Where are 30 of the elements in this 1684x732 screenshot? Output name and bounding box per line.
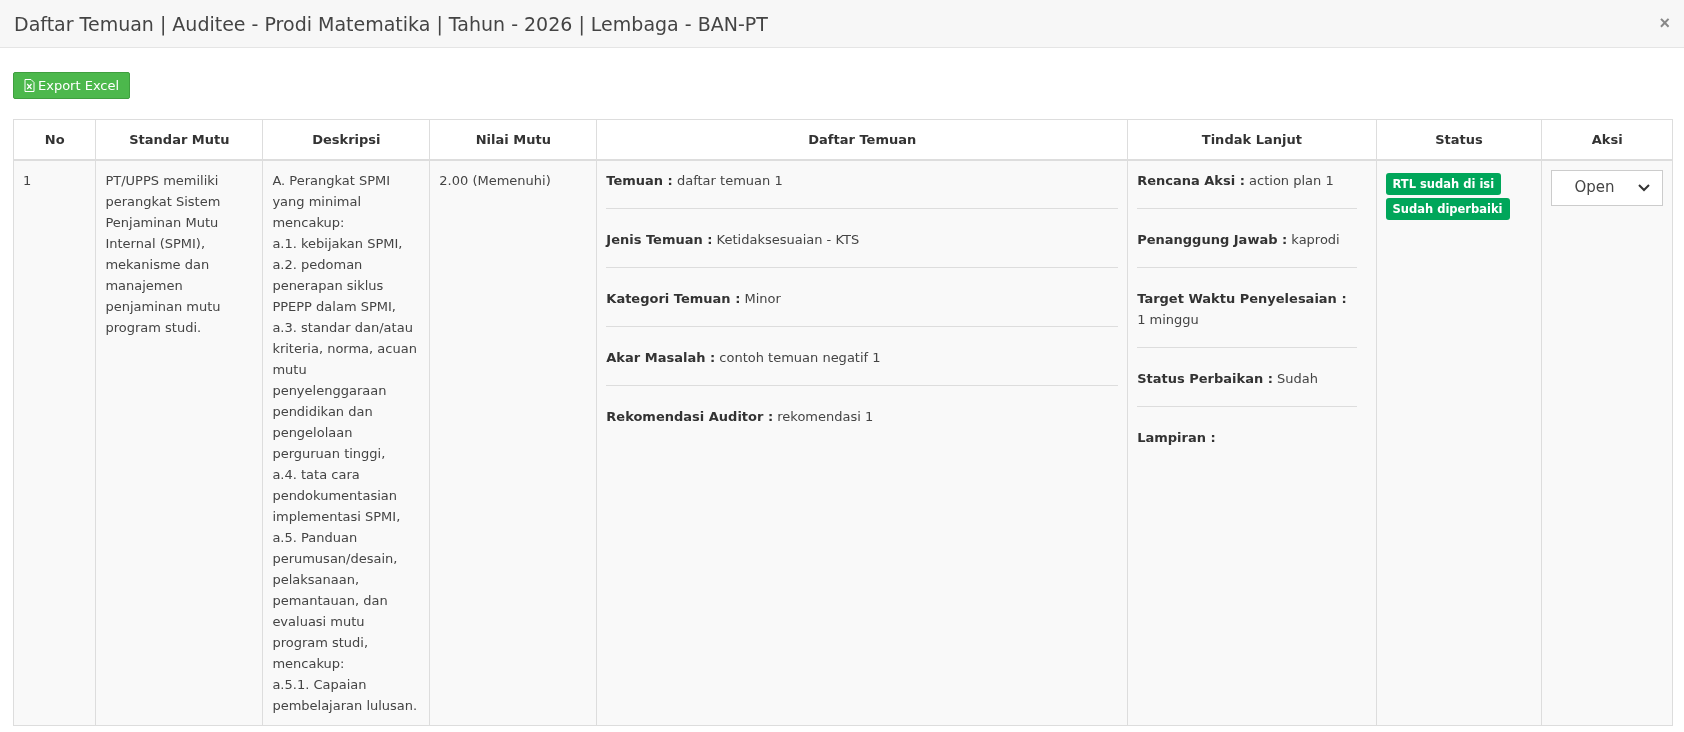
standar-mutu-text: PT/UPPS memiliki perangkat Sistem Penjaminan Mutu Internal (SPMI), mekanisme dan manajemen penjaminan mutu program studi. [105, 172, 221, 335]
column-header: Nilai Mutu [429, 119, 597, 160]
tindak-lanjut-field: Target Waktu Penyelesaian : 1 minggu [1137, 290, 1347, 327]
tindak-lanjut-field: Rencana Aksi : action plan 1 [1137, 172, 1334, 188]
excel-file-icon [24, 79, 35, 92]
temuan-field: Jenis Temuan : Ketidaksesuaian - KTS [606, 231, 860, 247]
status-badge: RTL sudah di isi [1385, 172, 1502, 195]
column-header: No [13, 119, 96, 160]
tindak-lanjut-field: Penanggung Jawab : kaprodi [1137, 231, 1340, 247]
temuan-field: Akar Masalah : contoh temuan negatif 1 [606, 349, 881, 365]
column-header: Standar Mutu [95, 119, 263, 160]
temuan-field: Rekomendasi Auditor : rekomendasi 1 [606, 408, 874, 424]
tindak-lanjut-field: Lampiran : [1137, 429, 1216, 445]
export-excel-button[interactable]: Export Excel [13, 72, 131, 99]
deskripsi-text: A. Perangkat SPMI yang minimal mencakup: a.1. kebijakan SPMI, a.2. pedoman penerapan siklus PPEPP dalam SPMI, a.3. standar dan/atau kriteria, norma, acuan mutu penyelenggaraan pendidikan dan pengelolaan perguruan tinggi, a.4. tata cara pendokumentasian implementasi SPMI, a.5. Panduan perumusan/desain, pelaksanaan, pemantauan, dan evaluasi mutu program studi, mencakup: a.5.1. Capaian pembelajaran lulusan. [272, 171, 419, 715]
column-header: Status [1376, 119, 1542, 160]
nilai-mutu-text: 2.00 (Memenuhi) [439, 172, 551, 188]
chevron-down-icon [1638, 183, 1650, 192]
column-header: Deskripsi [262, 119, 430, 160]
status-badge: Sudah diperbaiki [1385, 197, 1510, 220]
modal-title: Daftar Temuan | Auditee - Prodi Matematika | Tahun - 2026 | Lembaga - BAN-PT [14, 12, 768, 35]
aksi-select[interactable]: Open [1551, 169, 1663, 206]
close-button[interactable]: × [1659, 13, 1670, 34]
column-header: Aksi [1541, 119, 1673, 160]
column-header: Tindak Lanjut [1127, 119, 1376, 160]
temuan-field: Kategori Temuan : Minor [606, 290, 781, 306]
row-number: 1 [23, 172, 32, 188]
tindak-lanjut-field: Status Perbaikan : Sudah [1137, 370, 1319, 386]
temuan-field: Temuan : daftar temuan 1 [606, 172, 783, 188]
column-header: Daftar Temuan [596, 119, 1128, 160]
